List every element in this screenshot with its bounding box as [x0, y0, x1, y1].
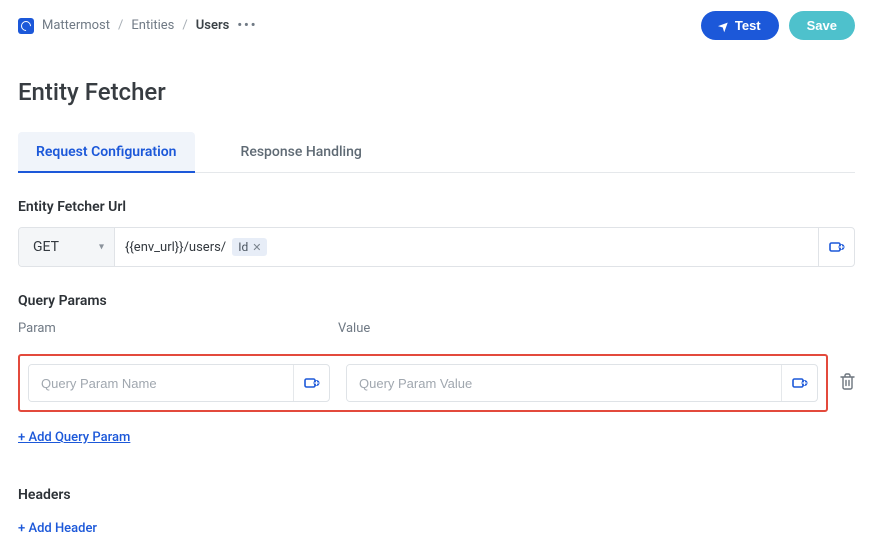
- chevron-down-icon: ▾: [99, 242, 104, 253]
- app-logo-icon: [18, 18, 34, 34]
- param-value-inject-button[interactable]: [781, 365, 817, 401]
- add-header-link[interactable]: + Add Header: [18, 521, 97, 536]
- highlighted-param-row: [18, 354, 828, 412]
- query-params-label: Query Params: [18, 293, 855, 309]
- inject-icon: [828, 238, 846, 256]
- url-section-label: Entity Fetcher Url: [18, 199, 855, 215]
- breadcrumb-current: Users: [196, 18, 230, 33]
- param-name-inject-button[interactable]: [293, 365, 329, 401]
- param-value-field: [346, 364, 818, 402]
- tab-response-handling[interactable]: Response Handling: [223, 132, 380, 172]
- delete-param-button[interactable]: [840, 373, 855, 394]
- url-input[interactable]: {{env_url}}/users/ Id ✕: [115, 228, 818, 266]
- query-param-columns: Param Value: [18, 321, 855, 336]
- http-method-value: GET: [33, 239, 59, 255]
- test-button-label: Test: [735, 18, 761, 33]
- save-button-label: Save: [807, 18, 837, 33]
- param-name-input[interactable]: [29, 365, 293, 401]
- tabbar: Request Configuration Response Handling: [18, 132, 855, 173]
- breadcrumb-sep-1: /: [118, 18, 123, 33]
- add-query-param-link[interactable]: + Add Query Param: [18, 430, 130, 445]
- param-name-field: [28, 364, 330, 402]
- inject-icon: [791, 374, 809, 392]
- top-header: Mattermost / Entities / Users ••• ➤ Test…: [0, 0, 873, 40]
- tab-request-configuration[interactable]: Request Configuration: [18, 132, 195, 172]
- url-prefix-text: {{env_url}}/users/: [125, 240, 226, 255]
- breadcrumb-entities[interactable]: Entities: [131, 18, 174, 33]
- url-inject-button[interactable]: [818, 228, 854, 266]
- col-header-value: Value: [338, 321, 855, 336]
- param-value-input[interactable]: [347, 365, 781, 401]
- breadcrumb-more-icon[interactable]: •••: [237, 18, 257, 33]
- inject-icon: [303, 374, 321, 392]
- url-token-label: Id: [238, 240, 248, 254]
- remove-token-icon[interactable]: ✕: [252, 241, 261, 254]
- query-param-row: [18, 342, 855, 424]
- page-title: Entity Fetcher: [18, 78, 855, 106]
- main-content: Entity Fetcher Request Configuration Res…: [0, 40, 873, 536]
- test-button[interactable]: ➤ Test: [701, 11, 779, 40]
- url-token-chip[interactable]: Id ✕: [232, 238, 267, 256]
- col-header-param: Param: [18, 321, 320, 336]
- breadcrumb-sep-2: /: [182, 18, 187, 33]
- save-button[interactable]: Save: [789, 11, 855, 40]
- headers-label: Headers: [18, 487, 855, 503]
- breadcrumb-root[interactable]: Mattermost: [42, 18, 110, 33]
- url-row: GET ▾ {{env_url}}/users/ Id ✕: [18, 227, 855, 267]
- http-method-select[interactable]: GET ▾: [19, 228, 115, 266]
- rocket-icon: ➤: [715, 17, 732, 34]
- header-actions: ➤ Test Save: [701, 11, 855, 40]
- breadcrumb: Mattermost / Entities / Users •••: [18, 18, 257, 34]
